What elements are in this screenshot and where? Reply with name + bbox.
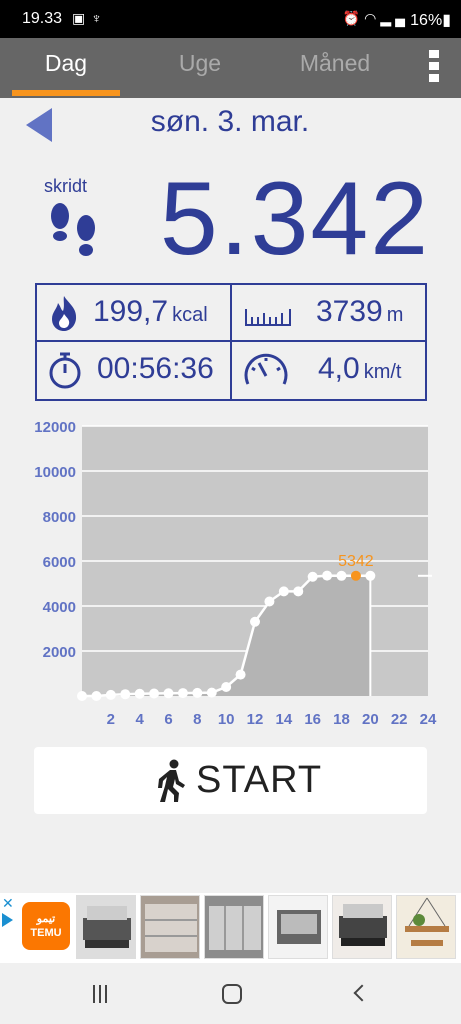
x-tick-label: 14 [275, 711, 292, 728]
flame-icon [52, 296, 77, 331]
distance-unit: m [386, 304, 404, 326]
signal-icon: ▂▄ [380, 10, 409, 26]
temu-logo[interactable]: تيمو TEMU [22, 902, 70, 950]
x-tick-label: 18 [333, 711, 350, 728]
notification-icons: ▣♆ [72, 10, 108, 27]
walking-person-icon [158, 759, 185, 802]
x-tick-label: 10 [218, 711, 235, 728]
previous-day-arrow-icon[interactable] [26, 108, 52, 142]
y-tick-label: 12000 [34, 419, 76, 436]
stats-grid: 199,7 kcal 3739 m 00:56:36 4,0 km/t [35, 283, 427, 401]
overflow-menu-button[interactable] [427, 50, 441, 86]
data-point [105, 689, 116, 700]
start-button[interactable]: START [34, 747, 427, 814]
data-point [206, 687, 217, 698]
back-icon[interactable] [353, 984, 371, 1002]
calories-unit: kcal [172, 304, 208, 326]
steps-label: skridt [44, 176, 88, 196]
ad-product-image[interactable] [140, 895, 200, 959]
ad-choices-icon[interactable] [2, 913, 13, 927]
hourly-steps-chart: 5342200040006000800010000120002 4 6 8 10 12 14… [34, 419, 437, 728]
distance-value: 3739 [316, 295, 383, 328]
data-point [120, 689, 131, 700]
battery-level: 16%▮ [410, 12, 451, 29]
date-title: søn. 3. mar. [150, 105, 310, 138]
data-point [177, 688, 188, 699]
speed-unit: km/t [363, 361, 402, 383]
ad-banner[interactable]: ✕ تيمو TEMU [0, 893, 461, 963]
y-tick-label: 2000 [43, 644, 76, 661]
duration-cell: 00:56:36 [37, 342, 230, 397]
data-point [134, 688, 145, 699]
data-point [192, 687, 203, 698]
distance-cell: 3739 m [232, 285, 425, 340]
alarm-icon: ⏰ [342, 10, 365, 26]
ruler-icon [245, 309, 291, 326]
system-nav-bar [0, 963, 461, 1024]
duration-value: 00:56:36 [97, 352, 214, 385]
data-point [235, 669, 246, 680]
data-point [163, 688, 174, 699]
active-tab-indicator [12, 90, 120, 96]
x-tick-label: 2 [107, 711, 115, 728]
x-tick-label: 6 [164, 711, 172, 728]
x-tick-label: 4 [135, 711, 144, 728]
home-icon[interactable] [222, 984, 242, 1004]
calories-cell: 199,7 kcal [37, 285, 230, 340]
x-tick-label: 22 [391, 711, 408, 728]
flashlight-icon: ♆ [91, 10, 108, 26]
tab-day[interactable]: Dag [12, 38, 120, 98]
start-button-label: START [196, 759, 323, 801]
ad-product-image[interactable] [268, 895, 328, 959]
data-point [336, 570, 347, 581]
tab-bar: Dag Uge Måned [0, 38, 461, 98]
status-bar: 19.33 ▣♆ ⏰◠▂▄ 16%▮ [0, 0, 461, 38]
tab-month[interactable]: Måned [275, 38, 395, 98]
highlight-point [350, 570, 361, 581]
data-point [91, 691, 102, 701]
x-tick-label: 16 [304, 711, 321, 728]
ad-close-icon[interactable]: ✕ [2, 895, 14, 912]
y-tick-label: 4000 [43, 599, 76, 616]
tab-week[interactable]: Uge [140, 38, 260, 98]
system-icons: ⏰◠▂▄ [343, 10, 409, 27]
calories-value: 199,7 [93, 295, 169, 328]
wifi-icon: ◠ [364, 10, 381, 26]
x-tick-label: 8 [193, 711, 201, 728]
y-tick-label: 8000 [43, 509, 76, 526]
y-tick-label: 6000 [43, 554, 76, 571]
data-point [307, 571, 318, 582]
speedometer-icon [244, 353, 288, 385]
speed-cell: 4,0 km/t [232, 342, 425, 397]
x-tick-label: 24 [420, 711, 437, 728]
ad-product-image[interactable] [76, 895, 136, 959]
data-point [365, 570, 376, 581]
x-tick-label: 12 [247, 711, 264, 728]
recent-apps-icon[interactable] [93, 985, 111, 1008]
battery-icon: ▮ [442, 12, 451, 29]
data-point [221, 682, 232, 692]
speed-value: 4,0 [318, 352, 360, 385]
data-point [322, 570, 333, 581]
ad-product-image[interactable] [396, 895, 456, 959]
data-point [293, 586, 304, 597]
data-point [278, 586, 289, 597]
y-tick-label: 10000 [34, 464, 76, 481]
footprints-icon [51, 203, 95, 256]
data-point [264, 596, 275, 607]
data-point [149, 688, 160, 699]
data-point [250, 616, 260, 627]
ad-product-image[interactable] [204, 895, 264, 959]
clock: 19.33 [22, 10, 63, 27]
ad-product-image[interactable] [332, 895, 392, 959]
highlight-label: 5342 [338, 553, 374, 570]
stopwatch-icon [49, 352, 81, 389]
data-point [77, 691, 87, 701]
x-tick-label: 20 [362, 711, 379, 728]
steps-count: 5.342 [159, 161, 431, 277]
gallery-icon: ▣ [72, 10, 92, 26]
